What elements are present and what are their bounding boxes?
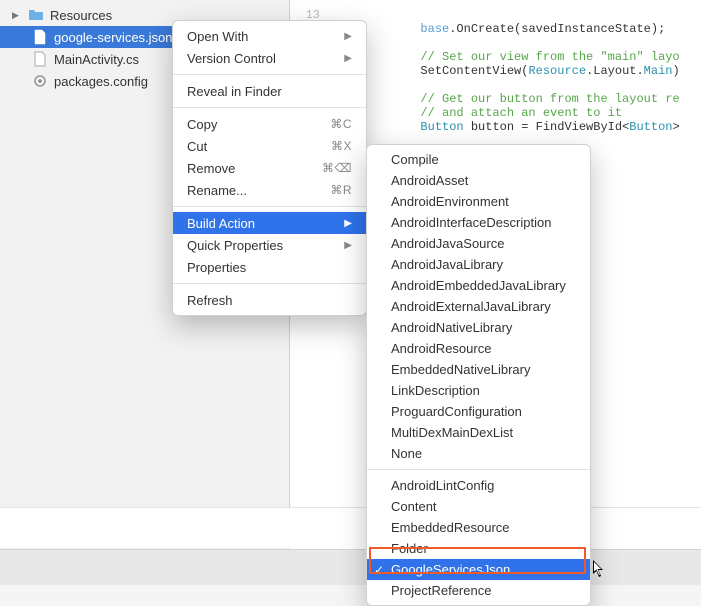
submenu-item-androidexternaljavalibrary[interactable]: AndroidExternalJavaLibrary (367, 296, 590, 317)
menu-item-label: Copy (187, 117, 217, 132)
file-icon (32, 51, 48, 67)
menu-item-version-control[interactable]: Version Control ▶ (173, 47, 366, 69)
submenu-item-androidinterfacedescription[interactable]: AndroidInterfaceDescription (367, 212, 590, 233)
submenu-item-content[interactable]: Content (367, 496, 590, 517)
submenu-item-label: None (391, 446, 422, 461)
line-text: // and attach an event to it (334, 106, 622, 120)
build-action-submenu: Compile AndroidAsset AndroidEnvironment And… (366, 144, 591, 606)
menu-separator (367, 469, 590, 470)
check-icon: ✓ (374, 563, 384, 577)
submenu-item-label: LinkDescription (391, 383, 480, 398)
tree-label: MainActivity.cs (54, 52, 139, 67)
submenu-item-label: AndroidLintConfig (391, 478, 494, 493)
submenu-item-projectreference[interactable]: ProjectReference (367, 580, 590, 601)
chevron-right-icon: ▶ (12, 10, 22, 21)
submenu-item-androidenvironment[interactable]: AndroidEnvironment (367, 191, 590, 212)
submenu-item-label: GoogleServicesJson (391, 562, 510, 577)
submenu-item-androidresource[interactable]: AndroidResource (367, 338, 590, 359)
submenu-item-proguardconfiguration[interactable]: ProguardConfiguration (367, 401, 590, 422)
submenu-item-label: Folder (391, 541, 428, 556)
menu-item-build-action[interactable]: Build Action ▶ (173, 212, 366, 234)
submenu-item-none[interactable]: None (367, 443, 590, 464)
menu-separator (173, 107, 366, 108)
bottom-panel (0, 508, 701, 548)
submenu-item-label: AndroidResource (391, 341, 491, 356)
submenu-item-compile[interactable]: Compile (367, 149, 590, 170)
submenu-item-label: AndroidInterfaceDescription (391, 215, 551, 230)
menu-item-label: Version Control (187, 51, 276, 66)
submenu-item-label: ProjectReference (391, 583, 491, 598)
submenu-item-embeddedresource[interactable]: EmbeddedResource (367, 517, 590, 538)
line-text: // Set our view from the "main" layo (334, 50, 680, 64)
submenu-item-androidjavalibrary[interactable]: AndroidJavaLibrary (367, 254, 590, 275)
submenu-item-androidjavasource[interactable]: AndroidJavaSource (367, 233, 590, 254)
submenu-item-label: MultiDexMainDexList (391, 425, 513, 440)
submenu-item-label: EmbeddedResource (391, 520, 510, 535)
line-text: Button button = FindViewById<Button> (334, 120, 680, 134)
menu-item-rename-[interactable]: Rename... ⌘R (173, 179, 366, 201)
submenu-item-label: AndroidJavaSource (391, 236, 504, 251)
menu-item-label: Build Action (187, 216, 255, 231)
submenu-item-embeddednativelibrary[interactable]: EmbeddedNativeLibrary (367, 359, 590, 380)
menu-item-refresh[interactable]: Refresh (173, 289, 366, 311)
menu-item-reveal-in-finder[interactable]: Reveal in Finder (173, 80, 366, 102)
line-text: // Get our button from the layout re (334, 92, 680, 106)
submenu-item-label: Content (391, 499, 437, 514)
chevron-right-icon: ▶ (344, 31, 352, 42)
submenu-item-label: AndroidExternalJavaLibrary (391, 299, 551, 314)
chevron-right-icon: ▶ (344, 240, 352, 251)
menu-separator (173, 74, 366, 75)
submenu-item-androidlintconfig[interactable]: AndroidLintConfig (367, 475, 590, 496)
menu-item-label: Open With (187, 29, 248, 44)
cursor-icon (593, 560, 607, 578)
menu-item-quick-properties[interactable]: Quick Properties ▶ (173, 234, 366, 256)
file-icon (32, 29, 48, 45)
menu-item-label: Reveal in Finder (187, 84, 282, 99)
context-menu: Open With ▶ Version Control ▶ Reveal in Find… (172, 20, 367, 316)
menu-item-remove[interactable]: Remove ⌘⌫ (173, 157, 366, 179)
submenu-item-multidexmaindexlist[interactable]: MultiDexMainDexList (367, 422, 590, 443)
menu-separator (173, 283, 366, 284)
tree-label: google-services.json (54, 30, 173, 45)
submenu-item-label: Compile (391, 152, 439, 167)
submenu-item-label: AndroidEmbeddedJavaLibrary (391, 278, 566, 293)
menu-shortcut: ⌘C (330, 117, 352, 131)
menu-item-label: Rename... (187, 183, 247, 198)
folder-icon (28, 7, 44, 23)
line-text: SetContentView(Resource.Layout.Main) (334, 64, 680, 78)
submenu-item-label: AndroidAsset (391, 173, 468, 188)
tree-label: Resources (50, 8, 112, 23)
submenu-item-label: ProguardConfiguration (391, 404, 522, 419)
submenu-item-androidembeddedjavalibrary[interactable]: AndroidEmbeddedJavaLibrary (367, 275, 590, 296)
menu-item-label: Refresh (187, 293, 233, 308)
submenu-item-label: EmbeddedNativeLibrary (391, 362, 530, 377)
menu-item-label: Properties (187, 260, 246, 275)
submenu-item-label: AndroidJavaLibrary (391, 257, 503, 272)
tree-label: packages.config (54, 74, 148, 89)
submenu-item-googleservicesjson[interactable]: ✓ GoogleServicesJson (367, 559, 590, 580)
menu-item-copy[interactable]: Copy ⌘C (173, 113, 366, 135)
line-text: base.OnCreate(savedInstanceState); (334, 22, 665, 36)
submenu-item-androidasset[interactable]: AndroidAsset (367, 170, 590, 191)
menu-separator (173, 206, 366, 207)
menu-shortcut: ⌘X (331, 139, 352, 153)
menu-item-open-with[interactable]: Open With ▶ (173, 25, 366, 47)
chevron-right-icon: ▶ (344, 53, 352, 64)
menu-shortcut: ⌘⌫ (322, 161, 352, 175)
chevron-right-icon: ▶ (344, 218, 352, 229)
menu-item-label: Quick Properties (187, 238, 283, 253)
gear-icon (32, 73, 48, 89)
submenu-item-folder[interactable]: Folder (367, 538, 590, 559)
submenu-item-androidnativelibrary[interactable]: AndroidNativeLibrary (367, 317, 590, 338)
submenu-item-linkdescription[interactable]: LinkDescription (367, 380, 590, 401)
menu-item-label: Remove (187, 161, 235, 176)
submenu-item-label: AndroidEnvironment (391, 194, 509, 209)
menu-item-cut[interactable]: Cut ⌘X (173, 135, 366, 157)
submenu-item-label: AndroidNativeLibrary (391, 320, 512, 335)
menu-item-label: Cut (187, 139, 207, 154)
menu-item-properties[interactable]: Properties (173, 256, 366, 278)
menu-shortcut: ⌘R (330, 183, 352, 197)
